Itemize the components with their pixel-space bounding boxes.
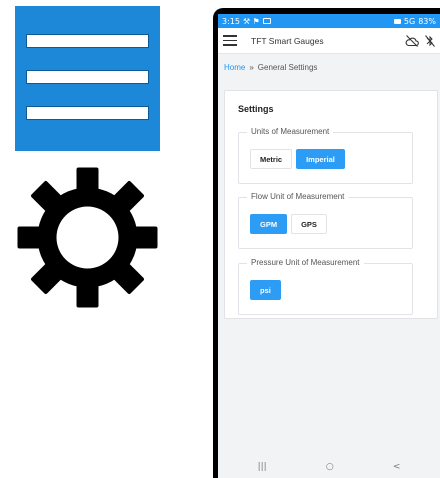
menu-bar-bottom [26,106,149,120]
stage: 3:15 ⚒ ⚑ 5G 83% TFT Smart Gauges Home » … [0,0,440,478]
network-label: 5G [403,16,416,26]
phone-frame: 3:15 ⚒ ⚑ 5G 83% TFT Smart Gauges Home » … [213,8,440,478]
gallery-icon [262,18,271,24]
flow-fieldset: Flow Unit of Measurement GPM GPS [238,192,413,249]
status-glyphs: ⚒ ⚑ [242,16,260,26]
app-bar: TFT Smart Gauges [218,28,440,54]
breadcrumb: Home » General Settings [218,54,440,80]
battery-level: 83% [418,16,436,26]
settings-title: Settings [238,104,274,114]
android-nav-bar: ||| ○ < [218,456,440,478]
settings-card: Settings Units of Measurement Metric Imp… [224,90,438,319]
units-options: Metric Imperial [250,149,345,169]
bluetooth-off-icon[interactable] [425,34,435,47]
menu-bar-top [26,34,149,48]
gear-icon [15,165,160,310]
cloud-off-icon[interactable] [405,34,419,47]
pressure-options: psi [250,280,281,300]
pressure-fieldset: Pressure Unit of Measurement psi [238,258,413,315]
status-right: 5G 83% [393,16,436,26]
back-button[interactable]: < [393,462,401,472]
breadcrumb-current: General Settings [257,62,318,72]
flow-options: GPM GPS [250,214,327,234]
breadcrumb-home-link[interactable]: Home [224,63,245,72]
status-time: 3:15 [222,16,240,26]
units-legend: Units of Measurement [247,127,334,136]
units-fieldset: Units of Measurement Metric Imperial [238,127,413,184]
phone-screen: 3:15 ⚒ ⚑ 5G 83% TFT Smart Gauges Home » … [218,14,440,478]
psi-button[interactable]: psi [250,280,281,300]
flow-legend: Flow Unit of Measurement [247,192,349,201]
home-button[interactable]: ○ [326,462,334,472]
gps-button[interactable]: GPS [291,214,327,234]
recents-button[interactable]: ||| [258,462,267,472]
status-bar: 3:15 ⚒ ⚑ 5G 83% [218,14,440,28]
app-title: TFT Smart Gauges [251,35,324,46]
imperial-button[interactable]: Imperial [296,149,345,169]
breadcrumb-separator: » [249,62,254,72]
app-bar-icons [405,34,435,47]
pressure-legend: Pressure Unit of Measurement [247,258,364,267]
hamburger-menu-icon [15,6,160,151]
menu-button[interactable] [223,35,237,46]
metric-button[interactable]: Metric [250,149,293,169]
status-left: 3:15 ⚒ ⚑ [222,17,271,26]
menu-bar-middle [26,70,149,84]
battery-saver-icon [393,18,401,24]
gpm-button[interactable]: GPM [250,214,288,234]
